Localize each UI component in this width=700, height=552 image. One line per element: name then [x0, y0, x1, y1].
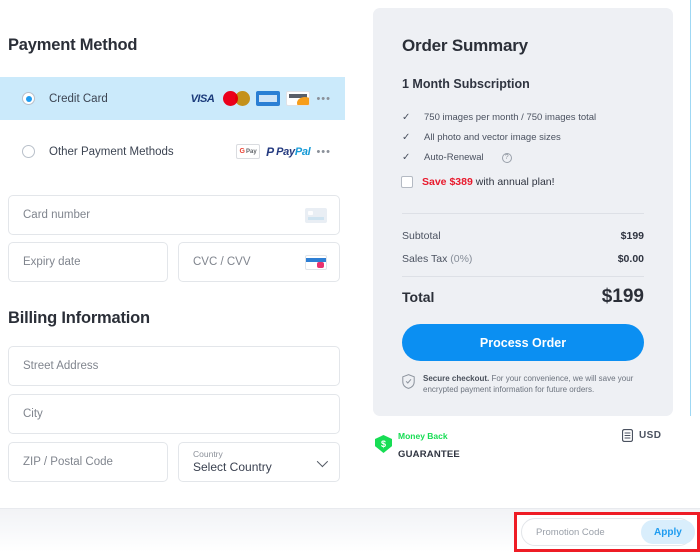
paypal-icon: P PayPal: [266, 144, 311, 159]
discover-icon: [286, 91, 311, 106]
billing-information-title: Billing Information: [8, 309, 150, 327]
dollar-shield-icon: $: [375, 435, 392, 453]
divider: [402, 213, 644, 214]
shield-check-icon: [402, 374, 415, 389]
divider: [402, 276, 644, 277]
subtotal-value: $199: [620, 230, 644, 242]
amex-icon: [256, 91, 281, 106]
save-suffix: with annual plan!: [472, 176, 555, 188]
payment-method-title: Payment Method: [8, 36, 138, 54]
cvc-input[interactable]: CVC / CVV: [178, 242, 340, 282]
radio-credit-card[interactable]: [22, 92, 35, 105]
subtotal-label: Subtotal: [402, 230, 441, 242]
street-address-input[interactable]: Street Address: [8, 346, 340, 386]
right-edge-accent-line: [690, 0, 691, 416]
total-label: Total: [402, 289, 435, 305]
feature-item: ✓ Auto-Renewal ?: [402, 152, 512, 163]
check-icon: ✓: [402, 112, 411, 123]
expiry-date-placeholder: Expiry date: [23, 256, 81, 268]
google-pay-icon: G Pay: [236, 144, 261, 159]
city-input[interactable]: City: [8, 394, 340, 434]
card-number-input[interactable]: Card number: [8, 195, 340, 235]
order-summary-card: Order Summary 1 Month Subscription ✓ 750…: [373, 8, 673, 416]
apply-promo-button[interactable]: Apply: [641, 520, 695, 544]
guarantee-line-1: Money Back: [398, 431, 448, 441]
country-value: Select Country: [193, 460, 272, 474]
sales-tax-label: Sales Tax (0%): [402, 253, 473, 265]
total-row: Total $199: [402, 286, 644, 308]
payment-option-label: Credit Card: [49, 92, 108, 105]
annual-plan-upsell[interactable]: Save $389 with annual plan!: [401, 176, 555, 188]
secure-checkout-text: Secure checkout. For your convenience, w…: [423, 374, 634, 394]
order-summary-title: Order Summary: [402, 36, 528, 55]
credit-card-icon: [305, 207, 327, 223]
more-dots-icon[interactable]: •••: [316, 146, 331, 157]
city-placeholder: City: [23, 408, 43, 420]
feature-label: 750 images per month / 750 images total: [424, 112, 597, 123]
guarantee-line-2: GUARANTEE: [398, 449, 460, 460]
feature-item: ✓ All photo and vector image sizes: [402, 132, 561, 143]
other-payment-brand-icons: G Pay P PayPal •••: [236, 144, 331, 159]
radio-other-payment[interactable]: [22, 145, 35, 158]
subscription-plan-name: 1 Month Subscription: [402, 77, 530, 91]
subtotal-row: Subtotal $199: [402, 230, 644, 242]
payment-option-label: Other Payment Methods: [49, 145, 174, 158]
coins-stack-icon: [622, 429, 633, 442]
promotion-code-field[interactable]: Apply: [521, 518, 695, 546]
feature-item: ✓ 750 images per month / 750 images tota…: [402, 112, 596, 123]
card-number-placeholder: Card number: [23, 209, 91, 221]
mastercard-icon: [223, 91, 251, 106]
cvc-card-icon: [305, 254, 327, 270]
save-amount: Save $389: [422, 176, 473, 188]
cvc-placeholder: CVC / CVV: [193, 256, 251, 268]
visa-icon: VISA: [190, 92, 215, 105]
sales-tax-value: $0.00: [617, 253, 644, 265]
guarantee-text: Money Back GUARANTEE: [398, 426, 460, 462]
feature-label: Auto-Renewal: [424, 152, 484, 163]
check-icon: ✓: [402, 132, 411, 143]
money-back-guarantee: $ Money Back GUARANTEE: [375, 426, 460, 462]
feature-label: All photo and vector image sizes: [424, 132, 561, 143]
promotion-code-input[interactable]: [536, 526, 641, 538]
process-order-button[interactable]: Process Order: [402, 324, 644, 361]
more-dots-icon[interactable]: •••: [316, 93, 331, 104]
help-icon[interactable]: ?: [501, 152, 512, 163]
checkout-page: Payment Method Credit Card VISA ••• Othe…: [0, 0, 700, 552]
payment-option-other[interactable]: Other Payment Methods G Pay P PayPal •••: [0, 130, 345, 173]
zip-placeholder: ZIP / Postal Code: [23, 456, 113, 468]
annual-plan-label: Save $389 with annual plan!: [422, 176, 555, 188]
annual-plan-checkbox[interactable]: [401, 176, 413, 188]
payment-option-credit-card[interactable]: Credit Card VISA •••: [0, 77, 345, 120]
expiry-date-input[interactable]: Expiry date: [8, 242, 168, 282]
country-select[interactable]: Country Select Country: [178, 442, 340, 482]
check-icon: ✓: [402, 152, 411, 163]
total-value: $199: [601, 286, 644, 307]
currency-code: USD: [639, 430, 662, 441]
credit-card-brand-icons: VISA •••: [187, 91, 331, 106]
street-address-placeholder: Street Address: [23, 360, 99, 372]
sales-tax-row: Sales Tax (0%) $0.00: [402, 253, 644, 265]
checkout-form-column: Payment Method Credit Card VISA ••• Othe…: [0, 0, 360, 520]
secure-checkout-note: Secure checkout. For your convenience, w…: [402, 373, 647, 395]
zip-postal-code-input[interactable]: ZIP / Postal Code: [8, 442, 168, 482]
currency-selector[interactable]: USD: [622, 429, 661, 442]
chevron-down-icon[interactable]: [316, 455, 329, 468]
country-label: Country: [193, 449, 223, 459]
